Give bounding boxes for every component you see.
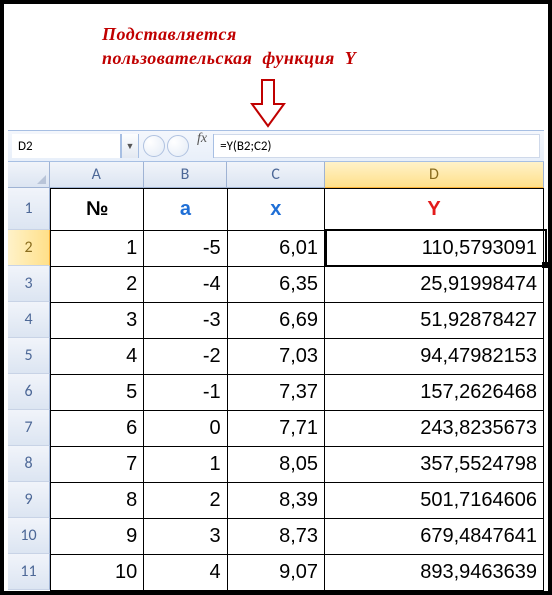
table-row: 1-56,01110,5793091 <box>51 231 544 267</box>
cell-D5[interactable]: 94,47982153 <box>325 339 544 375</box>
cell-D6[interactable]: 157,2626468 <box>325 375 544 411</box>
row-header-5[interactable]: 5 <box>8 338 50 374</box>
cell-B7[interactable]: 0 <box>144 411 227 447</box>
col-header-A[interactable]: A <box>50 162 144 188</box>
cell-A6[interactable]: 5 <box>51 375 144 411</box>
cell-D9[interactable]: 501,7164606 <box>325 483 544 519</box>
col-header-B[interactable]: B <box>144 162 228 188</box>
cell-A8[interactable]: 7 <box>51 447 144 483</box>
table-row: 718,05357,5524798 <box>51 447 544 483</box>
row-headers: 1234567891011 <box>8 188 50 587</box>
row-header-10[interactable]: 10 <box>8 518 50 554</box>
name-box[interactable]: D2 <box>12 134 121 158</box>
enter-formula-button[interactable] <box>167 135 189 157</box>
fx-icon[interactable]: fx <box>193 131 213 161</box>
cell-grid[interactable]: № a x Y 1-56,01110,57930912-46,3525,9199… <box>50 188 544 587</box>
cell-C8[interactable]: 8,05 <box>227 447 324 483</box>
cell-B8[interactable]: 1 <box>144 447 227 483</box>
spreadsheet-area: A B C D 1234567891011 № a x Y 1-56,01110… <box>8 162 544 587</box>
cancel-formula-button[interactable] <box>143 135 165 157</box>
cell-B2[interactable]: -5 <box>144 231 227 267</box>
cell-A4[interactable]: 3 <box>51 303 144 339</box>
select-all-corner[interactable] <box>8 162 50 188</box>
cell-C10[interactable]: 8,73 <box>227 519 324 555</box>
cell-A11[interactable]: 10 <box>51 555 144 591</box>
cell-A7[interactable]: 6 <box>51 411 144 447</box>
table-row: 2-46,3525,91998474 <box>51 267 544 303</box>
screenshot-frame: Подставляется пользовательская функция Y… <box>0 0 552 595</box>
cell-C6[interactable]: 7,37 <box>227 375 324 411</box>
column-headers: A B C D <box>50 162 544 188</box>
table-row: 5-17,37157,2626468 <box>51 375 544 411</box>
table-row: 3-36,6951,92878427 <box>51 303 544 339</box>
cell-A10[interactable]: 9 <box>51 519 144 555</box>
table-row: 1049,07893,9463639 <box>51 555 544 591</box>
cell-D2[interactable]: 110,5793091 <box>325 231 544 267</box>
cell-C3[interactable]: 6,35 <box>227 267 324 303</box>
cell-C4[interactable]: 6,69 <box>227 303 324 339</box>
table-row: 607,71243,8235673 <box>51 411 544 447</box>
row-header-9[interactable]: 9 <box>8 482 50 518</box>
cell-B1[interactable]: a <box>144 189 227 231</box>
cell-D3[interactable]: 25,91998474 <box>325 267 544 303</box>
cell-A2[interactable]: 1 <box>51 231 144 267</box>
cell-D8[interactable]: 357,5524798 <box>325 447 544 483</box>
formula-input[interactable]: =Y(B2;C2) <box>214 134 540 158</box>
row-header-6[interactable]: 6 <box>8 374 50 410</box>
row-header-11[interactable]: 11 <box>8 554 50 590</box>
cell-D11[interactable]: 893,9463639 <box>325 555 544 591</box>
cell-D4[interactable]: 51,92878427 <box>325 303 544 339</box>
cell-C9[interactable]: 8,39 <box>227 483 324 519</box>
name-box-dropdown[interactable]: ▼ <box>121 134 139 158</box>
caption-line2: пользовательская функция Y <box>102 48 356 68</box>
cell-C11[interactable]: 9,07 <box>227 555 324 591</box>
cell-C1[interactable]: x <box>227 189 324 231</box>
formula-value: =Y(B2;C2) <box>220 139 271 154</box>
cell-C5[interactable]: 7,03 <box>227 339 324 375</box>
row-header-1[interactable]: 1 <box>8 188 50 230</box>
row-header-2[interactable]: 2 <box>8 230 50 266</box>
caption-text: Подставляется пользовательская функция Y <box>102 22 356 70</box>
cell-B11[interactable]: 4 <box>144 555 227 591</box>
name-box-value: D2 <box>18 139 33 154</box>
formula-bar-strip: D2 ▼ fx =Y(B2;C2) <box>8 130 544 162</box>
cell-A1[interactable]: № <box>51 189 144 231</box>
cell-A5[interactable]: 4 <box>51 339 144 375</box>
cell-D10[interactable]: 679,4847641 <box>325 519 544 555</box>
cell-A9[interactable]: 8 <box>51 483 144 519</box>
col-header-D[interactable]: D <box>325 162 544 188</box>
cell-D7[interactable]: 243,8235673 <box>325 411 544 447</box>
table-row: 938,73679,4847641 <box>51 519 544 555</box>
chevron-down-icon: ▼ <box>126 141 135 152</box>
cell-B4[interactable]: -3 <box>144 303 227 339</box>
cell-B10[interactable]: 3 <box>144 519 227 555</box>
cell-B6[interactable]: -1 <box>144 375 227 411</box>
row-header-8[interactable]: 8 <box>8 446 50 482</box>
cell-B5[interactable]: -2 <box>144 339 227 375</box>
cell-C2[interactable]: 6,01 <box>227 231 324 267</box>
table-row: 4-27,0394,47982153 <box>51 339 544 375</box>
col-header-C[interactable]: C <box>227 162 325 188</box>
row-header-7[interactable]: 7 <box>8 410 50 446</box>
cell-D1[interactable]: Y <box>325 189 544 231</box>
cell-B9[interactable]: 2 <box>144 483 227 519</box>
row-header-3[interactable]: 3 <box>8 266 50 302</box>
caption-line1: Подставляется <box>102 24 237 44</box>
table-row: № a x Y <box>51 189 544 231</box>
row-header-4[interactable]: 4 <box>8 302 50 338</box>
formula-nav-buttons <box>139 131 193 161</box>
cell-C7[interactable]: 7,71 <box>227 411 324 447</box>
down-arrow-icon <box>248 78 288 133</box>
cell-B3[interactable]: -4 <box>144 267 227 303</box>
table-row: 828,39501,7164606 <box>51 483 544 519</box>
cell-A3[interactable]: 2 <box>51 267 144 303</box>
